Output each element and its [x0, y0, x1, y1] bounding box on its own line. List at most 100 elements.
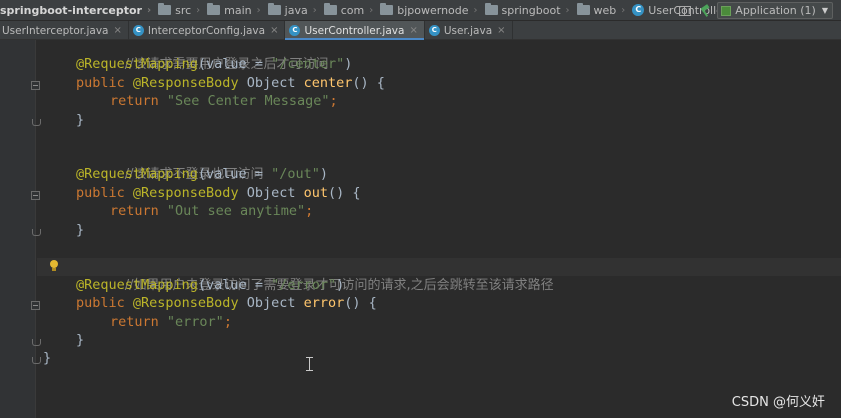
- tab-label: UserController.java: [304, 24, 405, 37]
- fold-end-marker[interactable]: [31, 337, 41, 346]
- java-class-icon: C: [428, 25, 440, 36]
- navigation-bar: springboot-interceptor › src › main › ja…: [0, 0, 841, 21]
- close-icon[interactable]: ×: [409, 25, 417, 36]
- code-keyword: return: [110, 314, 167, 330]
- code-punctuation: ;: [329, 93, 338, 109]
- folder-icon: [207, 3, 221, 15]
- layout-icon: [679, 5, 692, 16]
- tab-label: User.java: [443, 24, 493, 37]
- code-text: }: [76, 112, 85, 128]
- breadcrumb-com[interactable]: com ›: [320, 0, 377, 20]
- java-class-icon: C: [132, 25, 144, 36]
- run-configuration-select[interactable]: Application (1) ▼: [717, 2, 833, 19]
- chevron-right-icon: ›: [312, 4, 317, 16]
- watermark: CSDN @何义奸: [731, 395, 825, 410]
- code-text: () {: [352, 75, 385, 91]
- breadcrumb-src[interactable]: src ›: [154, 0, 203, 20]
- code-annotation: @RequestMapping: [76, 56, 198, 72]
- code-string: "Out see anytime": [166, 203, 306, 219]
- toolbar-right: Application (1) ▼: [675, 0, 841, 20]
- code-line: @RequestMapping(value = "/center"): [76, 55, 352, 73]
- close-icon[interactable]: ×: [270, 25, 278, 36]
- code-text: }: [76, 222, 85, 238]
- code-annotation: @ResponseBody: [132, 295, 239, 311]
- layout-toggle-button[interactable]: [675, 0, 695, 20]
- code-annotation: @RequestMapping: [76, 277, 198, 293]
- code-line: }: [76, 331, 84, 349]
- fold-end-marker[interactable]: [31, 355, 41, 364]
- close-icon[interactable]: ×: [113, 25, 121, 36]
- breadcrumb-label: com: [340, 3, 365, 17]
- code-string: "error": [166, 314, 224, 330]
- code-line: }: [76, 221, 84, 239]
- chevron-right-icon: ›: [565, 4, 570, 16]
- code-string: "/center": [271, 56, 345, 72]
- folder-icon: [267, 3, 281, 15]
- fold-end-marker[interactable]: [31, 227, 41, 236]
- tab-user[interactable]: C User.java ×: [425, 21, 513, 40]
- java-class-icon: C: [632, 4, 645, 16]
- code-text: () {: [344, 295, 377, 311]
- folder-icon: [576, 3, 590, 15]
- breadcrumb-label: web: [593, 3, 617, 17]
- code-method-name: out: [303, 185, 328, 201]
- code-line: //如果用户未登录访问了需要登录才可访问的请求,之后会跳转至该请求路径: [76, 258, 554, 293]
- code-text: Object: [238, 75, 304, 91]
- code-line: public @ResponseBody Object error() {: [76, 294, 377, 312]
- fold-marker[interactable]: [31, 191, 40, 200]
- application-icon: [721, 5, 732, 16]
- code-text: Object: [238, 295, 304, 311]
- breadcrumb-bjpowernode[interactable]: bjpowernode ›: [376, 0, 480, 20]
- code-string: "/error": [271, 277, 337, 293]
- code-line: return "Out see anytime";: [110, 202, 313, 220]
- fold-marker[interactable]: [31, 81, 40, 90]
- chevron-right-icon: ›: [369, 4, 374, 16]
- code-method-name: center: [303, 75, 353, 91]
- tab-label: UserInterceptor.java: [2, 24, 109, 37]
- breadcrumb-label: src: [175, 3, 192, 17]
- code-line: }: [76, 111, 84, 129]
- lightbulb-icon[interactable]: [49, 260, 59, 272]
- code-editor[interactable]: //该请求需要用户登录之后才可访问 @RequestMapping(value …: [0, 40, 841, 418]
- close-icon[interactable]: ×: [497, 25, 505, 36]
- fold-end-marker[interactable]: [31, 117, 41, 126]
- code-text: () {: [328, 185, 361, 201]
- code-punctuation: ;: [223, 314, 232, 330]
- code-annotation: @RequestMapping: [76, 166, 198, 182]
- code-keyword: public: [76, 295, 133, 311]
- java-class-icon: C: [289, 25, 301, 36]
- code-line: //该请求不登录也可访问: [76, 147, 264, 182]
- code-annotation: @ResponseBody: [132, 185, 239, 201]
- breadcrumb-java[interactable]: java ›: [264, 0, 320, 20]
- code-text: (value =: [197, 277, 272, 293]
- code-text: (value =: [197, 166, 272, 182]
- folder-icon: [323, 3, 337, 15]
- run-configuration-label: Application (1): [735, 4, 816, 17]
- code-line: @RequestMapping(value = "/out"): [76, 165, 328, 183]
- breadcrumb-project[interactable]: springboot-interceptor ›: [0, 0, 154, 20]
- folder-icon: [484, 3, 498, 15]
- code-keyword: return: [110, 93, 167, 109]
- code-line: public @ResponseBody Object center() {: [76, 74, 385, 92]
- code-keyword: return: [110, 203, 167, 219]
- tab-label: InterceptorConfig.java: [147, 24, 266, 37]
- breadcrumb-main[interactable]: main ›: [203, 0, 263, 20]
- code-keyword: public: [76, 75, 133, 91]
- code-line: //该请求需要用户登录之后才可访问: [76, 37, 329, 72]
- fold-marker[interactable]: [31, 301, 40, 310]
- breadcrumb-label: main: [224, 3, 252, 17]
- breadcrumb-web[interactable]: web ›: [573, 0, 629, 20]
- folder-icon: [158, 3, 172, 15]
- hammer-icon: [699, 5, 711, 17]
- code-text: ): [336, 277, 345, 293]
- code-text: (value =: [197, 56, 272, 72]
- build-button[interactable]: [695, 0, 715, 20]
- breadcrumb-springboot[interactable]: springboot ›: [481, 0, 573, 20]
- code-line: return "error";: [110, 313, 232, 331]
- code-punctuation: ;: [305, 203, 314, 219]
- code-text: }: [76, 332, 85, 348]
- code-string: "/out": [271, 166, 320, 182]
- code-text: ): [319, 166, 328, 182]
- code-string: "See Center Message": [166, 93, 330, 109]
- chevron-right-icon: ›: [146, 4, 152, 16]
